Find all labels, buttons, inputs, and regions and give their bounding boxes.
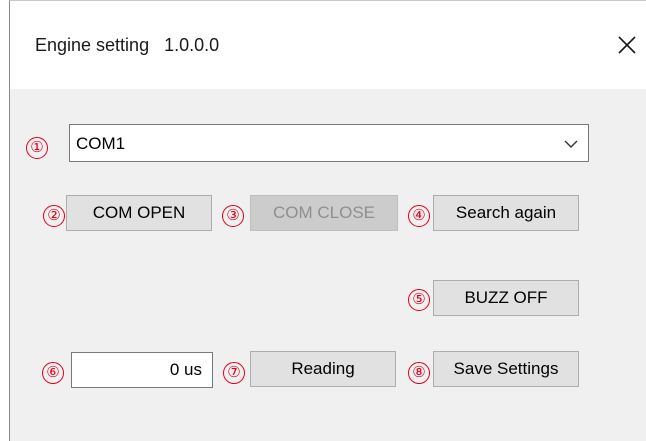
marker-8: ⑧ <box>408 362 430 384</box>
window-title-label: Engine setting <box>35 35 150 55</box>
chevron-down-icon <box>564 140 578 148</box>
search-again-button[interactable]: Search again <box>433 195 579 231</box>
save-settings-button[interactable]: Save Settings <box>433 351 579 387</box>
time-value-field[interactable]: 0 us <box>71 352 213 388</box>
title-bar: Engine setting 1.0.0.0 <box>10 1 646 89</box>
com-port-value: COM1 <box>76 134 126 153</box>
close-icon <box>618 36 636 54</box>
com-open-button[interactable]: COM OPEN <box>66 195 212 231</box>
window-version: 1.0.0.0 <box>164 35 220 55</box>
window-title: Engine setting 1.0.0.0 <box>35 35 219 56</box>
marker-2: ② <box>43 205 65 227</box>
marker-5: ⑤ <box>408 289 430 311</box>
marker-4: ④ <box>408 205 430 227</box>
marker-6: ⑥ <box>42 362 64 384</box>
engine-setting-window: Engine setting 1.0.0.0 ① COM1 ② COM OPEN… <box>9 0 646 441</box>
marker-1: ① <box>26 137 48 159</box>
marker-3: ③ <box>222 205 244 227</box>
close-button[interactable] <box>608 26 646 64</box>
marker-7: ⑦ <box>223 362 245 384</box>
reading-button[interactable]: Reading <box>250 351 396 387</box>
buzz-off-button[interactable]: BUZZ OFF <box>433 280 579 316</box>
com-close-button[interactable]: COM CLOSE <box>250 195 398 231</box>
com-port-select[interactable]: COM1 <box>69 124 589 162</box>
